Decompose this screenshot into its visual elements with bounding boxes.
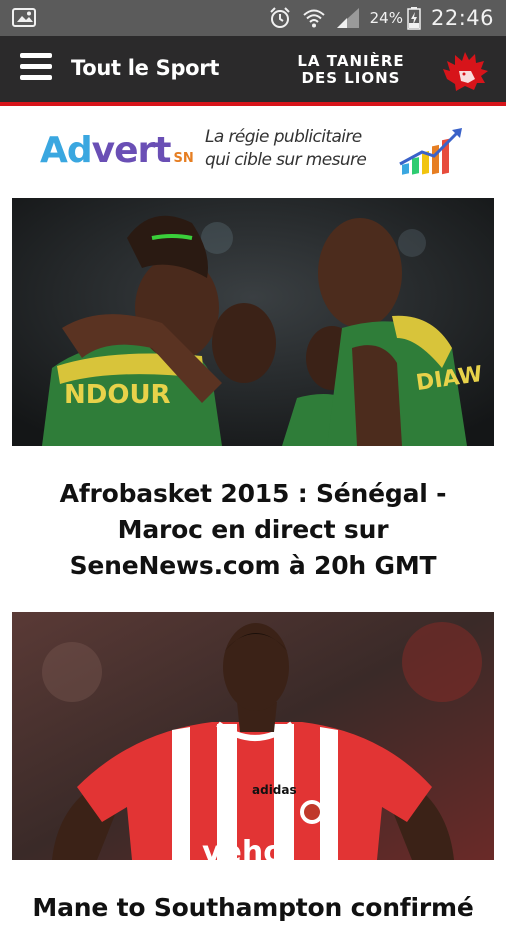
app-title: Tout le Sport bbox=[71, 56, 220, 80]
advert-logo: Advert SN bbox=[40, 130, 194, 171]
screenshot-icon bbox=[12, 7, 38, 29]
app-bar: Tout le Sport LA TANIÈRE DES LIONS bbox=[0, 36, 506, 106]
battery-charging-icon bbox=[407, 6, 421, 30]
article-title[interactable]: Mane to Southampton confirmé bbox=[12, 860, 494, 926]
svg-text:NDOUR: NDOUR bbox=[64, 380, 171, 410]
signal-icon bbox=[336, 7, 360, 29]
alarm-clock-icon bbox=[268, 6, 292, 30]
advert-banner[interactable]: Advert SN La régie publicitaire qui cible… bbox=[0, 106, 506, 196]
article-image-footballer: adidas veho bbox=[12, 612, 494, 860]
article-image-basketball: NDOUR DIAW bbox=[12, 198, 494, 446]
svg-text:veho: veho bbox=[202, 835, 284, 860]
brand-logo-text[interactable]: LA TANIÈRE DES LIONS bbox=[276, 53, 426, 87]
lion-head-icon bbox=[441, 49, 489, 93]
article-title[interactable]: Afrobasket 2015 : Sénégal - Maroc en dir… bbox=[12, 446, 494, 584]
battery-percent: 24% bbox=[369, 9, 403, 27]
svg-text:adidas: adidas bbox=[252, 783, 297, 797]
brand-line-1: LA TANIÈRE bbox=[297, 52, 405, 70]
growth-chart-icon bbox=[396, 126, 468, 184]
brand-line-2: DES LIONS bbox=[301, 69, 401, 87]
wifi-icon bbox=[302, 6, 326, 30]
article-card[interactable]: adidas veho Mane to Southampton confirmé bbox=[12, 612, 494, 926]
article-card[interactable]: NDOUR DIAW Afrobasket 2015 : Sénégal - M… bbox=[12, 198, 494, 584]
advert-slogan: La régie publicitaire qui cible sur mesu… bbox=[205, 127, 367, 170]
status-bar: 24% 22:46 bbox=[0, 0, 506, 36]
hamburger-menu-icon[interactable] bbox=[20, 53, 52, 85]
clock-time: 22:46 bbox=[430, 6, 494, 30]
